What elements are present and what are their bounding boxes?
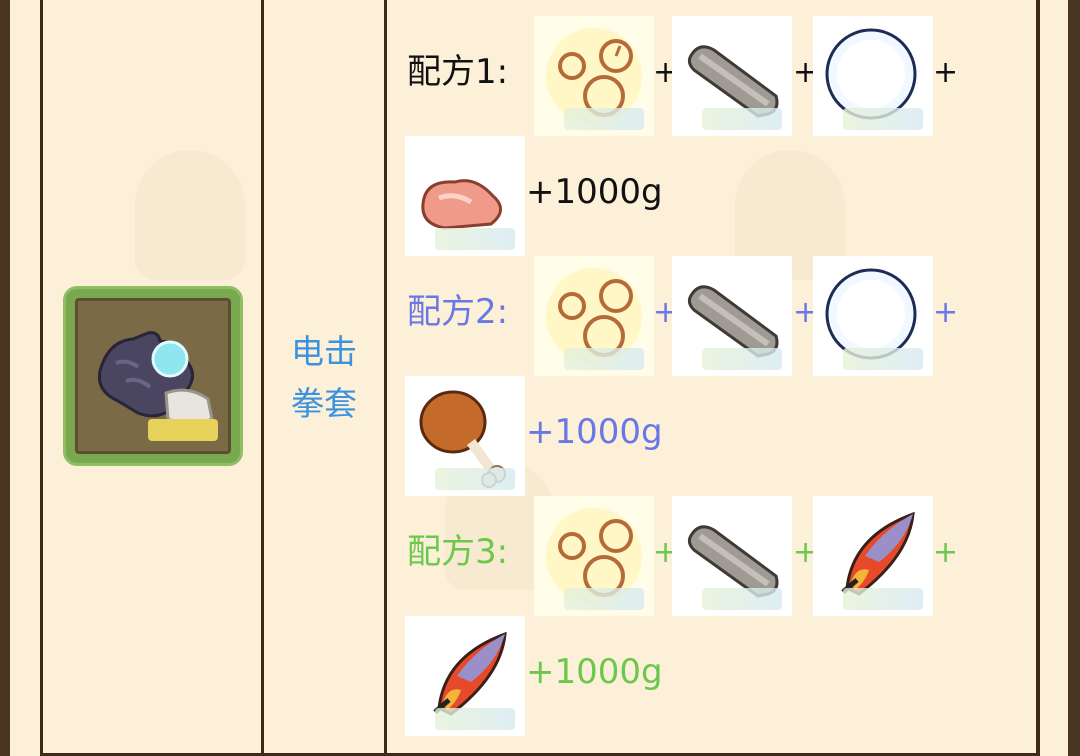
feather-icon[interactable] bbox=[813, 496, 933, 616]
gear-cluster-icon[interactable] bbox=[534, 496, 654, 616]
watermark-ghost bbox=[135, 150, 245, 280]
snowball-icon[interactable] bbox=[813, 16, 933, 136]
recipe-2-label: 配方2: bbox=[407, 292, 509, 332]
plus-sign: + bbox=[933, 55, 959, 90]
recipe-3-label: 配方3: bbox=[407, 532, 509, 572]
recipe-1-cost: +1000g bbox=[526, 172, 663, 212]
gear-cluster-icon[interactable] bbox=[534, 256, 654, 376]
stone-slab-icon[interactable] bbox=[672, 496, 792, 616]
recipe-1-label: 配方1: bbox=[407, 52, 509, 92]
recipe-2-cost: +1000g bbox=[526, 412, 663, 452]
stone-slab-icon[interactable] bbox=[672, 256, 792, 376]
electric-glove-item[interactable] bbox=[63, 286, 243, 466]
plus-sign: + bbox=[933, 535, 959, 570]
snowball-icon[interactable] bbox=[813, 256, 933, 376]
item-name: 电击 拳套 bbox=[263, 326, 385, 430]
electric-glove-icon bbox=[97, 331, 218, 441]
feather-icon[interactable] bbox=[405, 616, 525, 736]
recipe-3-cost: +1000g bbox=[526, 652, 663, 692]
item-name-line1: 电击 bbox=[291, 332, 357, 371]
stone-slab-icon[interactable] bbox=[672, 16, 792, 136]
drumstick-icon[interactable] bbox=[405, 376, 525, 496]
item-name-line2: 拳套 bbox=[291, 384, 357, 423]
raw-meat-icon[interactable] bbox=[405, 136, 525, 256]
plus-sign: + bbox=[933, 295, 959, 330]
gear-cluster-icon[interactable] bbox=[534, 16, 654, 136]
